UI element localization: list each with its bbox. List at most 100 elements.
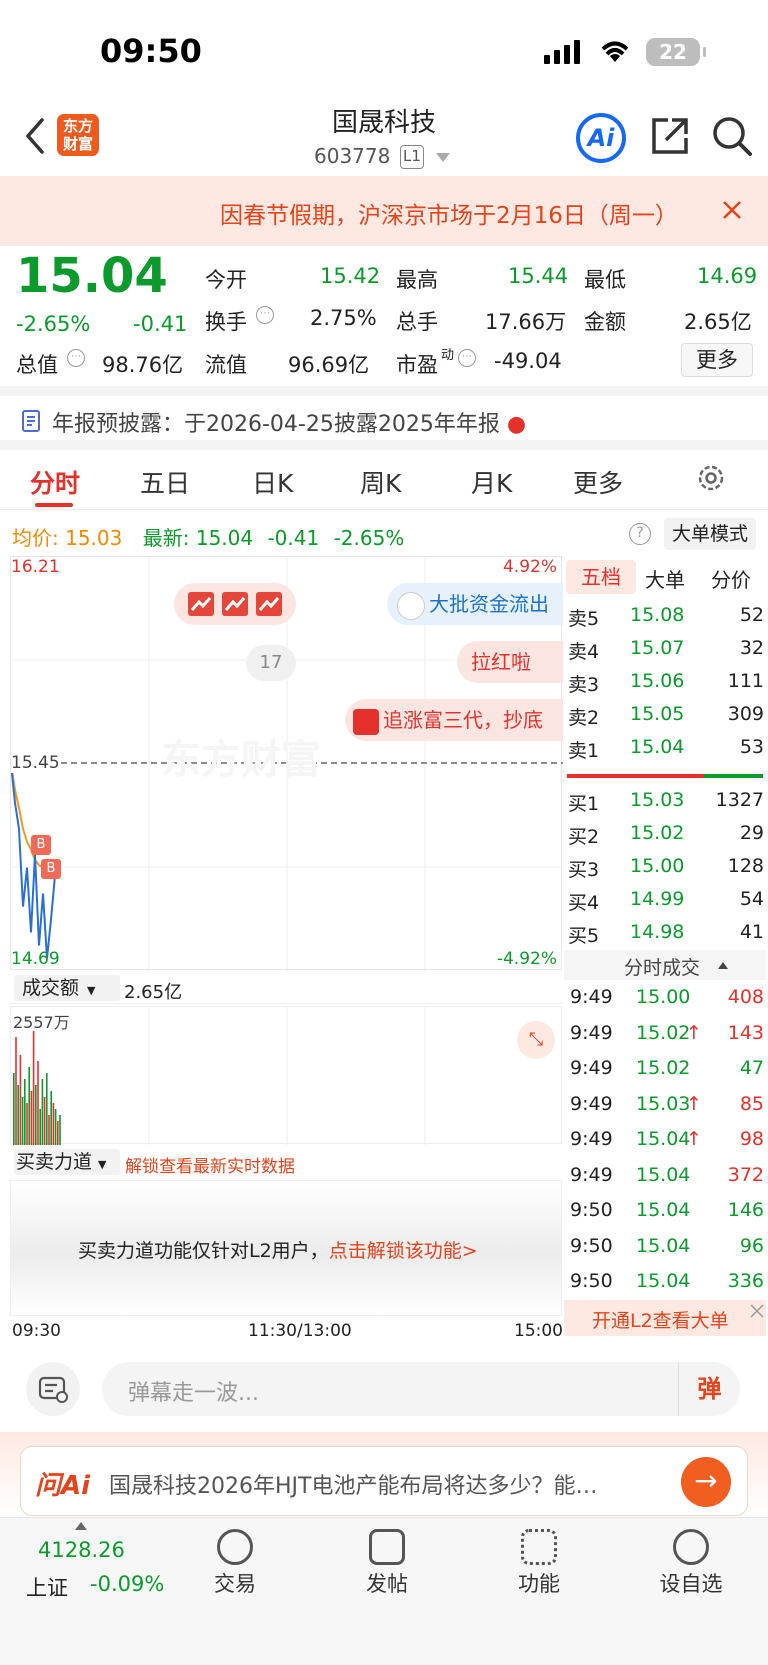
arrow-right-icon[interactable]: → — [681, 1457, 731, 1507]
amount-label: 金额 — [584, 310, 626, 334]
trade-time: 9:49 — [570, 1092, 613, 1115]
close-icon[interactable] — [750, 1304, 764, 1318]
volume-bar — [59, 1115, 61, 1145]
volume-total: 2.65亿 — [124, 982, 183, 1003]
tab-more[interactable]: 更多 — [573, 464, 623, 500]
rally-bubble[interactable]: 拉红啦 — [457, 641, 563, 683]
index-pct[interactable]: -0.09% — [90, 1572, 164, 1596]
nav-post-label: 发帖 — [366, 1572, 408, 1596]
bid-price: 15.00 — [630, 855, 685, 877]
trade-volume: 98 — [739, 1128, 764, 1150]
volume-bar — [28, 1067, 30, 1145]
danmu-placeholder: 弹幕走一波... — [128, 1381, 259, 1406]
back-icon[interactable] — [24, 118, 46, 154]
help-icon[interactable]: ? — [629, 523, 651, 545]
volume-selector[interactable]: 成交额 ▼ — [14, 975, 120, 1001]
expand-icon[interactable]: ⤡ — [517, 1021, 555, 1059]
high-label: 最高 — [396, 268, 438, 292]
brand-logo[interactable]: 东方财富 — [57, 114, 99, 156]
trade-volume: 372 — [727, 1163, 764, 1186]
ask-ai-card[interactable]: 问Ai 国晟科技2026年HJT电池产能布局将达多少？能… → — [20, 1446, 748, 1516]
share-icon[interactable] — [650, 116, 690, 156]
change-amount: -0.41 — [133, 312, 188, 336]
latest-value: 15.04 — [195, 526, 254, 550]
trade-price: 15.03 — [636, 1092, 691, 1115]
volume-bar — [48, 1115, 50, 1145]
close-icon[interactable] — [722, 200, 742, 220]
bid-row: 买5 14.98 41 — [568, 921, 764, 953]
danmu-input[interactable]: 弹幕走一波... 弹 — [102, 1362, 740, 1416]
bubble-text: 大批资金流出 — [429, 592, 549, 616]
index-name[interactable]: 上证 — [26, 1572, 68, 1602]
ask-label: 卖3 — [568, 674, 600, 696]
bubble-count-badge[interactable]: 17 — [246, 645, 296, 681]
ai-button[interactable]: Ai — [576, 113, 626, 163]
more-dots-icon — [673, 1529, 709, 1565]
caret-down-icon[interactable] — [436, 153, 450, 162]
trades-title: 分时成交 — [624, 957, 701, 979]
grid-icon — [521, 1529, 557, 1565]
buy-marker[interactable]: B — [31, 835, 51, 855]
trade-row: 9:49 15.04 ↑ 98 — [568, 1128, 764, 1162]
tab-big-order[interactable]: 大单 — [645, 564, 685, 593]
chase-bubble[interactable]: 追涨富三代，抄底 — [345, 699, 563, 741]
capital-outflow-bubble[interactable]: 大批资金流出 — [387, 583, 563, 625]
big-order-mode-button[interactable]: 大单模式 — [664, 518, 756, 550]
search-icon[interactable] — [712, 116, 754, 158]
info-icon[interactable]: ⋯ — [256, 306, 274, 324]
info-icon[interactable]: ⋯ — [458, 349, 476, 367]
volume-bar — [32, 1031, 35, 1145]
trade-direction: ↑ — [686, 1128, 702, 1150]
force-unlock-link[interactable]: 点击解锁该功能> — [329, 1240, 478, 1262]
bid-price: 15.03 — [630, 789, 685, 811]
hot-trend-badge[interactable] — [174, 583, 296, 625]
danmu-settings-icon[interactable] — [26, 1362, 80, 1416]
latest-change: -0.41 — [267, 526, 320, 550]
turnover-value: 2.75% — [310, 306, 377, 330]
ask-volume: 52 — [739, 604, 764, 626]
nav-watchlist[interactable]: 设自选 — [636, 1522, 746, 1598]
ask-row: 卖4 15.07 32 — [568, 637, 764, 669]
nav-post[interactable]: 发帖 — [332, 1522, 442, 1598]
nav-trade[interactable]: 交易 — [180, 1522, 290, 1598]
fire-icon — [353, 708, 379, 735]
market-cap-value: 98.76亿 — [102, 353, 184, 377]
info-icon[interactable]: ⋯ — [67, 349, 85, 367]
report-notice[interactable]: 年报预披露：于2026-04-25披露2025年年报 ● — [52, 406, 526, 438]
volume-max-label: 2557万 — [13, 1013, 70, 1032]
trade-price: 15.04 — [636, 1270, 691, 1292]
tab-weekly-k[interactable]: 周K — [360, 464, 401, 500]
volume-bar — [54, 1109, 57, 1145]
volume-chart[interactable]: 2557万 ⤡ — [10, 1006, 562, 1145]
tab-price-dist[interactable]: 分价 — [711, 564, 751, 593]
tab-monthly-k[interactable]: 月K — [471, 464, 512, 500]
bid-label: 买1 — [568, 793, 600, 815]
bid-row: 买1 15.03 1327 — [568, 789, 764, 821]
tab-level5[interactable]: 五档 — [566, 560, 636, 594]
more-button[interactable]: 更多 — [681, 343, 753, 377]
volume-bar — [50, 1091, 52, 1145]
level-badge[interactable]: L1 — [400, 145, 424, 169]
danmu-send-button[interactable]: 弹 — [678, 1362, 740, 1416]
trade-price: 15.04 — [636, 1234, 691, 1257]
trade-time: 9:50 — [570, 1199, 613, 1221]
volume-bar — [52, 1103, 55, 1145]
price-info-line: 均价: 15.03 最新: 15.04 -0.41 -2.65% — [12, 522, 404, 551]
intraday-chart[interactable]: 东方财富 16.21 4.92% 15.45 14.69 -4.92% 大批资金… — [10, 556, 563, 971]
volume-bar — [30, 1091, 33, 1145]
axis-top-pct: 4.92% — [502, 557, 557, 577]
nav-functions[interactable]: 功能 — [484, 1522, 594, 1598]
bid-ask-ratio-bar — [567, 774, 763, 778]
force-selector[interactable]: 买卖力道 ▼ — [14, 1149, 120, 1175]
tab-intraday[interactable]: 分时 — [30, 464, 80, 500]
unlock-link[interactable]: 解锁查看最新实时数据 — [125, 1152, 295, 1177]
settings-icon[interactable] — [695, 462, 727, 494]
tab-five-day[interactable]: 五日 — [140, 464, 190, 500]
buy-marker[interactable]: B — [41, 859, 61, 879]
open-value: 15.42 — [320, 264, 381, 288]
force-locked-message: 买卖力道功能仅针对L2用户，点击解锁该功能> — [78, 1236, 478, 1263]
bid-volume: 41 — [739, 921, 764, 943]
tab-daily-k[interactable]: 日K — [252, 464, 293, 500]
caret-up-icon — [75, 1522, 87, 1530]
index-value[interactable]: 4128.26 — [38, 1538, 125, 1562]
